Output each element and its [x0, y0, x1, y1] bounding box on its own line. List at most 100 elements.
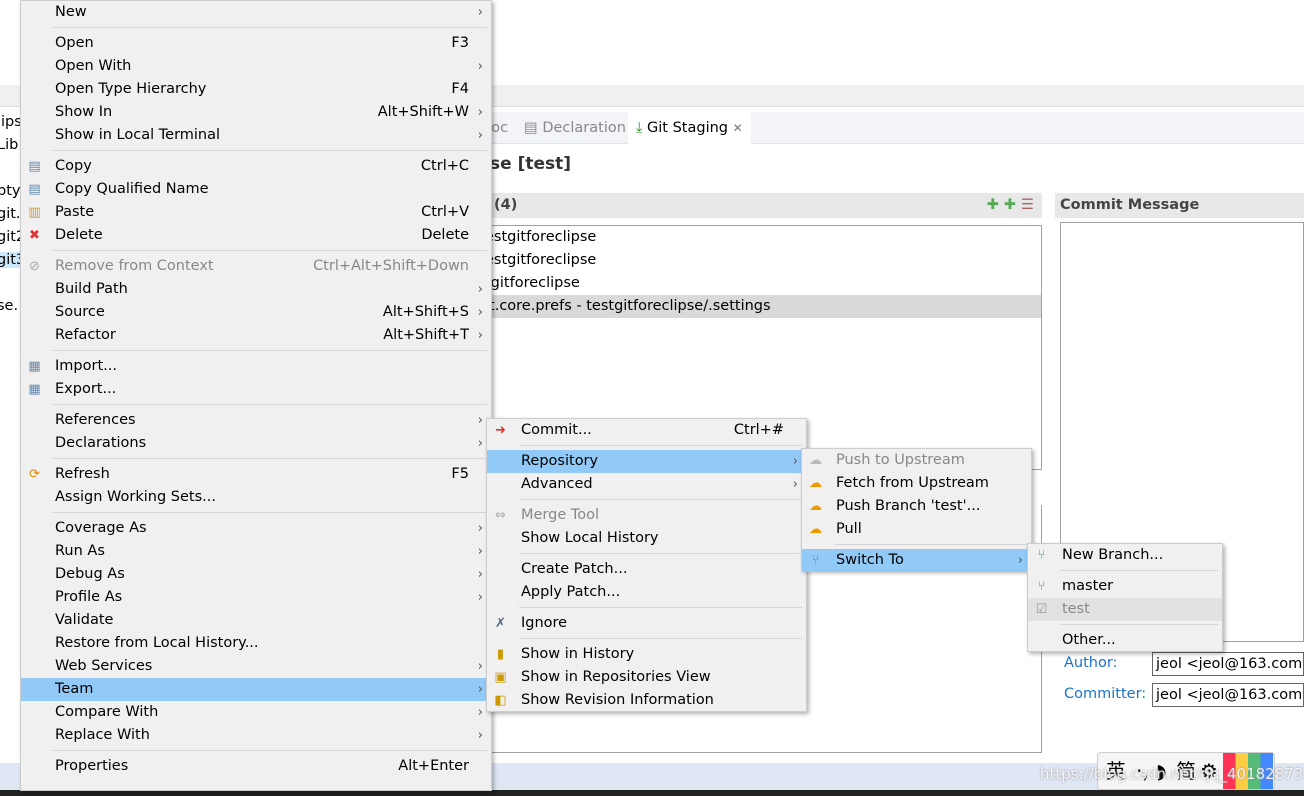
unstaged-changes-header: (4) ✚ ✚ ☰ [480, 193, 1042, 218]
menu-item-validate[interactable]: Validate [21, 609, 491, 632]
menu-item-references[interactable]: References › [21, 409, 491, 432]
switch-branch-icon: ⑂ [811, 553, 820, 568]
menu-item-fetch-from-upstream[interactable]: ☁ Fetch from Upstream [802, 472, 1031, 495]
push-upstream-icon: ☁ [809, 453, 822, 468]
refresh-icon: ⟳ [29, 467, 40, 482]
menu-item-test[interactable]: ☑ test [1028, 598, 1222, 621]
menu-item-declarations[interactable]: Declarations › [21, 432, 491, 455]
watermark: https://blog.csdn.net/qq_40182873 [1040, 765, 1304, 783]
export-icon: ▦ [28, 382, 41, 397]
tree-item[interactable]: se. [0, 298, 18, 314]
branch-icon: ⑂ [1037, 579, 1046, 594]
menu-item-label: Copy Qualified Name [55, 181, 209, 197]
menu-separator [21, 455, 491, 463]
tree-item[interactable]: lips [0, 114, 22, 130]
author-field[interactable]: jeol <jeol@163.com [1152, 652, 1304, 676]
menu-item-create-patch[interactable]: Create Patch... [487, 558, 806, 581]
menu-item-ignore[interactable]: ✗ Ignore [487, 612, 806, 635]
chevron-right-icon: › [477, 728, 483, 743]
menu-item-open-with[interactable]: Open With › [21, 55, 491, 78]
menu-item-push-branch-test[interactable]: ☁ Push Branch 'test'... [802, 495, 1031, 518]
menu-item-push-to-upstream[interactable]: ☁ Push to Upstream [802, 449, 1031, 472]
menu-item-shortcut: Ctrl+Alt+Shift+Down [313, 258, 469, 274]
menu-item-web-services[interactable]: Web Services › [21, 655, 491, 678]
menu-item-show-local-history[interactable]: Show Local History [487, 527, 806, 550]
menu-item-pull[interactable]: ☁ Pull [802, 518, 1031, 541]
chevron-right-icon: › [477, 328, 483, 343]
menu-item-show-in[interactable]: Show In Alt+Shift+W › [21, 101, 491, 124]
menu-item-shortcut: Alt+Shift+T [383, 327, 469, 343]
menu-item-shortcut: Ctrl+V [421, 204, 469, 220]
tree-item[interactable]: pty [0, 183, 20, 199]
menu-item-show-in-history[interactable]: ▮ Show in History [487, 643, 806, 666]
tree-item[interactable]: Lib [0, 137, 18, 153]
menu-separator [21, 747, 491, 755]
committer-field[interactable]: jeol <jeol@163.com [1152, 683, 1304, 707]
menu-item-other[interactable]: Other... [1028, 629, 1222, 652]
menu-item-assign-working-sets[interactable]: Assign Working Sets... [21, 486, 491, 509]
menu-item-remove-from-context[interactable]: ⊘ Remove from Context Ctrl+Alt+Shift+Down [21, 255, 491, 278]
menu-item-show-in-repositories-view[interactable]: ▣ Show in Repositories View [487, 666, 806, 689]
file-row[interactable]: tgitforeclipse [481, 272, 1041, 295]
menu-item-refresh[interactable]: ⟳ Refresh F5 [21, 463, 491, 486]
menu-item-copy-qualified-name[interactable]: ▤ Copy Qualified Name [21, 178, 491, 201]
menu-item-run-as[interactable]: Run As › [21, 540, 491, 563]
menu-item-switch-to[interactable]: ⑂ Switch To › [802, 549, 1031, 572]
menu-item-master[interactable]: ⑂ master [1028, 575, 1222, 598]
context-menu: New › Open F3 Open With › Open Type Hierarchy F… [20, 0, 492, 791]
menu-item-new-branch[interactable]: ⑂ New Branch... [1028, 544, 1222, 567]
add-all-icon[interactable]: ✚ [1004, 197, 1016, 213]
chevron-right-icon: › [477, 59, 483, 74]
menu-separator [1028, 567, 1222, 575]
menu-item-label: Build Path [55, 281, 128, 297]
sort-icon[interactable]: ☰ [1021, 197, 1034, 213]
menu-item-coverage-as[interactable]: Coverage As › [21, 517, 491, 540]
file-row[interactable]: lt.core.prefs - testgitforeclipse/.setti… [481, 295, 1041, 318]
menu-item-label: Show In [55, 104, 113, 120]
menu-item-label: Run As [55, 543, 105, 559]
menu-item-apply-patch[interactable]: Apply Patch... [487, 581, 806, 604]
menu-item-repository[interactable]: Repository › [487, 450, 806, 473]
close-icon[interactable]: ✕ [733, 121, 743, 135]
menu-item-debug-as[interactable]: Debug As › [21, 563, 491, 586]
import-icon: ▦ [28, 359, 41, 374]
menu-item-advanced[interactable]: Advanced › [487, 473, 806, 496]
menu-item-restore-from-local-history[interactable]: Restore from Local History... [21, 632, 491, 655]
file-row[interactable]: estgitforeclipse [481, 249, 1041, 272]
menu-item-team[interactable]: Team › [21, 678, 491, 701]
menu-item-compare-with[interactable]: Compare With › [21, 701, 491, 724]
menu-item-import[interactable]: ▦ Import... [21, 355, 491, 378]
menu-item-commit[interactable]: ➜ Commit... Ctrl+# [487, 419, 806, 442]
menu-item-open-type-hierarchy[interactable]: Open Type Hierarchy F4 [21, 78, 491, 101]
menu-item-profile-as[interactable]: Profile As › [21, 586, 491, 609]
copy-icon: ▤ [28, 159, 41, 174]
menu-item-build-path[interactable]: Build Path › [21, 278, 491, 301]
tab-declaration[interactable]: ▤ Declaration [524, 112, 626, 144]
menu-item-label: Open With [55, 58, 132, 74]
merge-tool-icon: ⇔ [495, 508, 506, 523]
menu-item-show-in-local-terminal[interactable]: Show in Local Terminal › [21, 124, 491, 147]
menu-item-merge-tool[interactable]: ⇔ Merge Tool [487, 504, 806, 527]
menu-item-shortcut: Alt+Shift+W [377, 104, 469, 120]
menu-item-paste[interactable]: ▥ Paste Ctrl+V [21, 201, 491, 224]
menu-item-label: Show in Local Terminal [55, 127, 221, 143]
menu-item-refactor[interactable]: Refactor Alt+Shift+T › [21, 324, 491, 347]
menu-item-label: Open [55, 35, 94, 51]
menu-item-properties[interactable]: Properties Alt+Enter [21, 755, 491, 778]
git-repository-icon: ▣ [494, 670, 507, 685]
menu-separator [21, 509, 491, 517]
add-icon[interactable]: ✚ [987, 197, 999, 213]
menu-item-open[interactable]: Open F3 [21, 32, 491, 55]
menu-item-label: Fetch from Upstream [836, 475, 989, 491]
menu-item-label: Delete [55, 227, 103, 243]
tab-git-staging[interactable]: ⤓ Git Staging ✕ [628, 112, 751, 144]
menu-item-show-revision-information[interactable]: ◧ Show Revision Information [487, 689, 806, 712]
menu-item-export[interactable]: ▦ Export... [21, 378, 491, 401]
menu-item-copy[interactable]: ▤ Copy Ctrl+C [21, 155, 491, 178]
chevron-right-icon: › [477, 282, 483, 297]
file-row[interactable]: estgitforeclipse [481, 226, 1041, 249]
menu-item-replace-with[interactable]: Replace With › [21, 724, 491, 747]
menu-item-source[interactable]: Source Alt+Shift+S › [21, 301, 491, 324]
menu-item-delete[interactable]: ✖ Delete Delete [21, 224, 491, 247]
menu-item-new[interactable]: New › [21, 1, 491, 24]
